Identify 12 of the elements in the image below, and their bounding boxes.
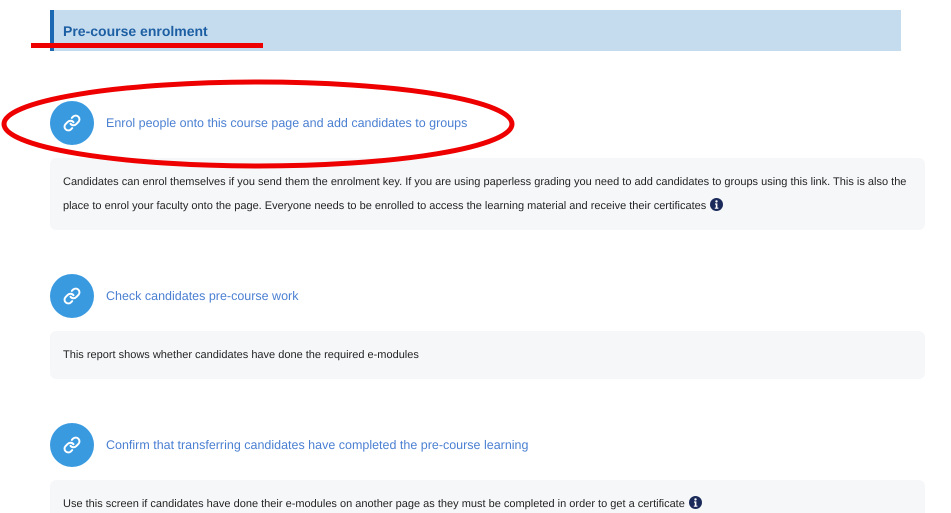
link-icon [50, 101, 94, 145]
activity-link[interactable]: Enrol people onto this course page and add candidates to groups [106, 116, 468, 130]
description-text: Candidates can enrol themselves if you send them the enrolment key. If you are using paperless grading you need to add candidates to groups using this link. This is also the place to enrol your faculty onto the page. Everyone needs to be enrolled to access the learning material and receive their certificates [63, 175, 908, 214]
section-title: Pre-course enrolment [63, 22, 208, 38]
link-icon [50, 423, 94, 467]
info-icon[interactable] [688, 496, 702, 509]
description-text: Use this screen if candidates have done their e-modules on another page as they must be completed in order to get a certificate [63, 492, 912, 513]
info-icon[interactable] [710, 198, 724, 211]
activity-link[interactable]: Confirm that transferring candidates have completed the pre-course learning [106, 438, 528, 452]
activity-link[interactable]: Check candidates pre-course work [106, 289, 298, 303]
description-text: This report shows whether candidates have done the required e-modules [63, 348, 420, 363]
link-icon [50, 274, 94, 318]
